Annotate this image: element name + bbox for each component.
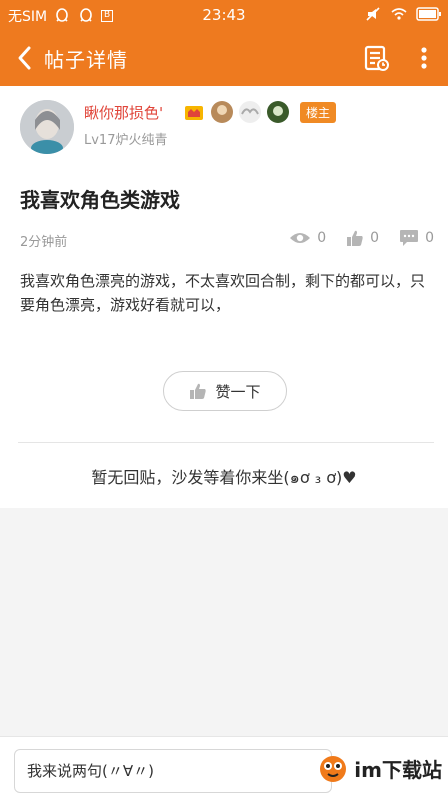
post-body: 我喜欢角色漂亮的游戏，不太喜欢回合制，剩下的都可以，只要角色漂亮，游戏好看就可以… xyxy=(20,272,426,314)
watermark-text: im下载站 xyxy=(354,757,442,782)
comments-stat[interactable]: 0 xyxy=(399,229,434,247)
likes-count: 0 xyxy=(370,230,380,246)
comment-icon xyxy=(400,230,419,246)
app-bar: 帖子详情 xyxy=(0,30,448,86)
author-badges: 楼主 xyxy=(182,100,337,124)
op-badge: 楼主 xyxy=(300,101,337,123)
thumbs-up-icon xyxy=(190,383,207,399)
avatar[interactable] xyxy=(20,100,74,154)
crown-badge-icon xyxy=(185,106,203,120)
mascot-logo-icon xyxy=(320,756,347,782)
reply-composer: im下载站 xyxy=(0,736,448,800)
eye-icon xyxy=(290,233,311,243)
post-detail: 瞅你那损色' 楼主 Lv17炉火纯青 我喜欢角色类游戏 2分钟前 0 0 0 我… xyxy=(0,86,448,508)
likes-stat[interactable]: 0 xyxy=(346,229,379,247)
page-title: 帖子详情 xyxy=(44,48,128,72)
divider xyxy=(18,442,434,443)
post-title: 我喜欢角色类游戏 xyxy=(20,188,180,212)
mute-icon xyxy=(366,7,380,21)
avatar-image xyxy=(20,100,74,154)
back-arrow-icon[interactable] xyxy=(10,42,42,74)
wings-badge-icon xyxy=(239,101,261,123)
watermark-area: im下载站 xyxy=(318,753,442,783)
more-vertical-icon[interactable] xyxy=(408,42,440,74)
empty-replies-text: 暂无回贴，沙发等着你来坐(๑ơ ₃ ơ)♥ xyxy=(91,468,357,487)
post-list-icon[interactable] xyxy=(360,42,392,74)
status-bar: 无SIM B 23:43 xyxy=(0,0,448,30)
wifi-icon xyxy=(391,8,407,20)
post-time: 2分钟前 xyxy=(20,235,68,250)
reply-input[interactable] xyxy=(14,749,332,793)
status-right xyxy=(364,5,442,23)
comments-count: 0 xyxy=(425,230,434,246)
views-stat: 0 xyxy=(289,230,326,246)
like-button-label: 赞一下 xyxy=(215,382,261,401)
author-level: Lv17炉火纯青 xyxy=(84,133,168,148)
like-button[interactable]: 赞一下 xyxy=(163,371,287,411)
views-count: 0 xyxy=(317,230,327,246)
warrior-badge-icon xyxy=(267,101,289,123)
avatar-badge-icon xyxy=(211,101,233,123)
author-name[interactable]: 瞅你那损色' xyxy=(84,102,163,123)
post-stats: 0 0 0 xyxy=(289,229,434,247)
thumbs-up-icon xyxy=(347,230,363,246)
battery-icon xyxy=(416,7,441,21)
